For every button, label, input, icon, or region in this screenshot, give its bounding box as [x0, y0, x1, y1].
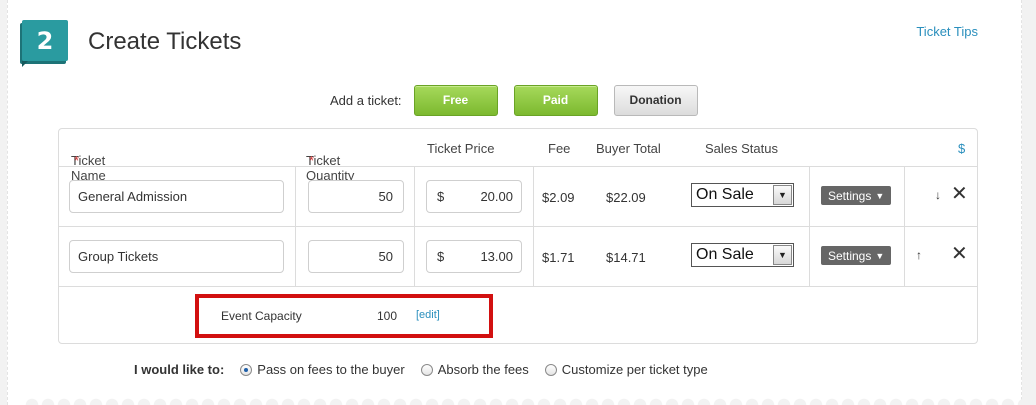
price-value: 13.00	[480, 249, 513, 264]
ticket-row: General Admission 50 $ 20.00 $2.09 $22.0…	[59, 167, 977, 227]
currency-symbol: $	[437, 189, 445, 204]
arrow-up-icon[interactable]: ↑	[916, 248, 922, 262]
sales-status-value: On Sale	[696, 186, 754, 203]
ticket-name-input[interactable]: General Admission	[69, 180, 284, 213]
fee-value: $2.09	[542, 190, 575, 205]
price-value: 20.00	[480, 189, 513, 204]
delete-ticket-icon[interactable]: ✕	[951, 244, 968, 264]
ticket-name-input[interactable]: Group Tickets	[69, 240, 284, 273]
settings-dropdown-button[interactable]: Settings ▼	[821, 186, 892, 205]
required-marker: *	[74, 153, 80, 168]
add-donation-ticket-button[interactable]: Donation	[613, 84, 698, 116]
edit-capacity-link[interactable]: [edit]	[416, 309, 440, 321]
radio-selected-icon[interactable]	[240, 363, 253, 376]
ticket-row: Group Tickets 50 $ 13.00 $1.71 $14.71 On…	[59, 227, 977, 287]
sales-status-select[interactable]: On Sale ▼	[691, 243, 794, 267]
fee-option-customize[interactable]: Customize per ticket type	[544, 362, 708, 377]
ticket-quantity-input[interactable]: 50	[308, 180, 404, 213]
fee-option-absorb[interactable]: Absorb the fees	[420, 362, 529, 377]
tickets-table: Ticket Name * Ticket Quantity * Ticket Pri…	[58, 128, 978, 344]
header-fee: Fee	[548, 141, 571, 156]
header-ticket-price: Ticket Price	[427, 141, 495, 156]
currency-symbol: $	[437, 249, 445, 264]
fee-option-pass-on[interactable]: Pass on fees to the buyer	[240, 362, 405, 377]
fee-options: I would like to: Pass on fees to the buy…	[134, 362, 724, 377]
buyer-total-value: $22.09	[606, 190, 646, 205]
sales-status-value: On Sale	[696, 246, 754, 263]
currency-link[interactable]: $	[958, 141, 965, 156]
chevron-down-icon: ▼	[773, 245, 792, 265]
add-free-ticket-button[interactable]: Free	[413, 84, 498, 116]
add-ticket-label: Add a ticket:	[330, 92, 402, 108]
chevron-down-icon: ▼	[773, 185, 792, 205]
ticket-tips-link[interactable]: Ticket Tips	[916, 24, 978, 39]
step-number: 2	[36, 26, 54, 55]
header-buyer-total: Buyer Total	[596, 141, 661, 156]
ticket-price-input[interactable]: $ 20.00	[426, 180, 522, 213]
radio-icon[interactable]	[420, 363, 433, 376]
event-capacity-label: Event Capacity	[221, 309, 302, 323]
fee-options-label: I would like to:	[134, 362, 225, 377]
caret-down-icon: ▼	[875, 250, 885, 261]
delete-ticket-icon[interactable]: ✕	[951, 184, 968, 204]
add-paid-ticket-button[interactable]: Paid	[513, 84, 598, 116]
header-sales-status: Sales Status	[705, 141, 778, 156]
settings-dropdown-button[interactable]: Settings ▼	[821, 246, 892, 265]
tickets-table-header: Ticket Name * Ticket Quantity * Ticket Pri…	[59, 129, 977, 183]
arrow-down-icon[interactable]: ↓	[935, 188, 941, 202]
ticket-quantity-input[interactable]: 50	[308, 240, 404, 273]
sales-status-select[interactable]: On Sale ▼	[691, 183, 794, 207]
caret-down-icon: ▼	[875, 190, 885, 201]
panel-bottom-edge	[24, 397, 1022, 405]
fee-value: $1.71	[542, 250, 575, 265]
event-capacity-value: 100	[377, 309, 398, 323]
page-title: Create Tickets	[88, 28, 242, 55]
ticket-price-input[interactable]: $ 13.00	[426, 240, 522, 273]
add-ticket-bar: Add a ticket: Free Paid Donation	[330, 84, 714, 116]
radio-icon[interactable]	[544, 363, 557, 376]
step-number-badge: 2	[22, 20, 68, 67]
required-marker: *	[309, 153, 315, 168]
buyer-total-value: $14.71	[606, 250, 646, 265]
